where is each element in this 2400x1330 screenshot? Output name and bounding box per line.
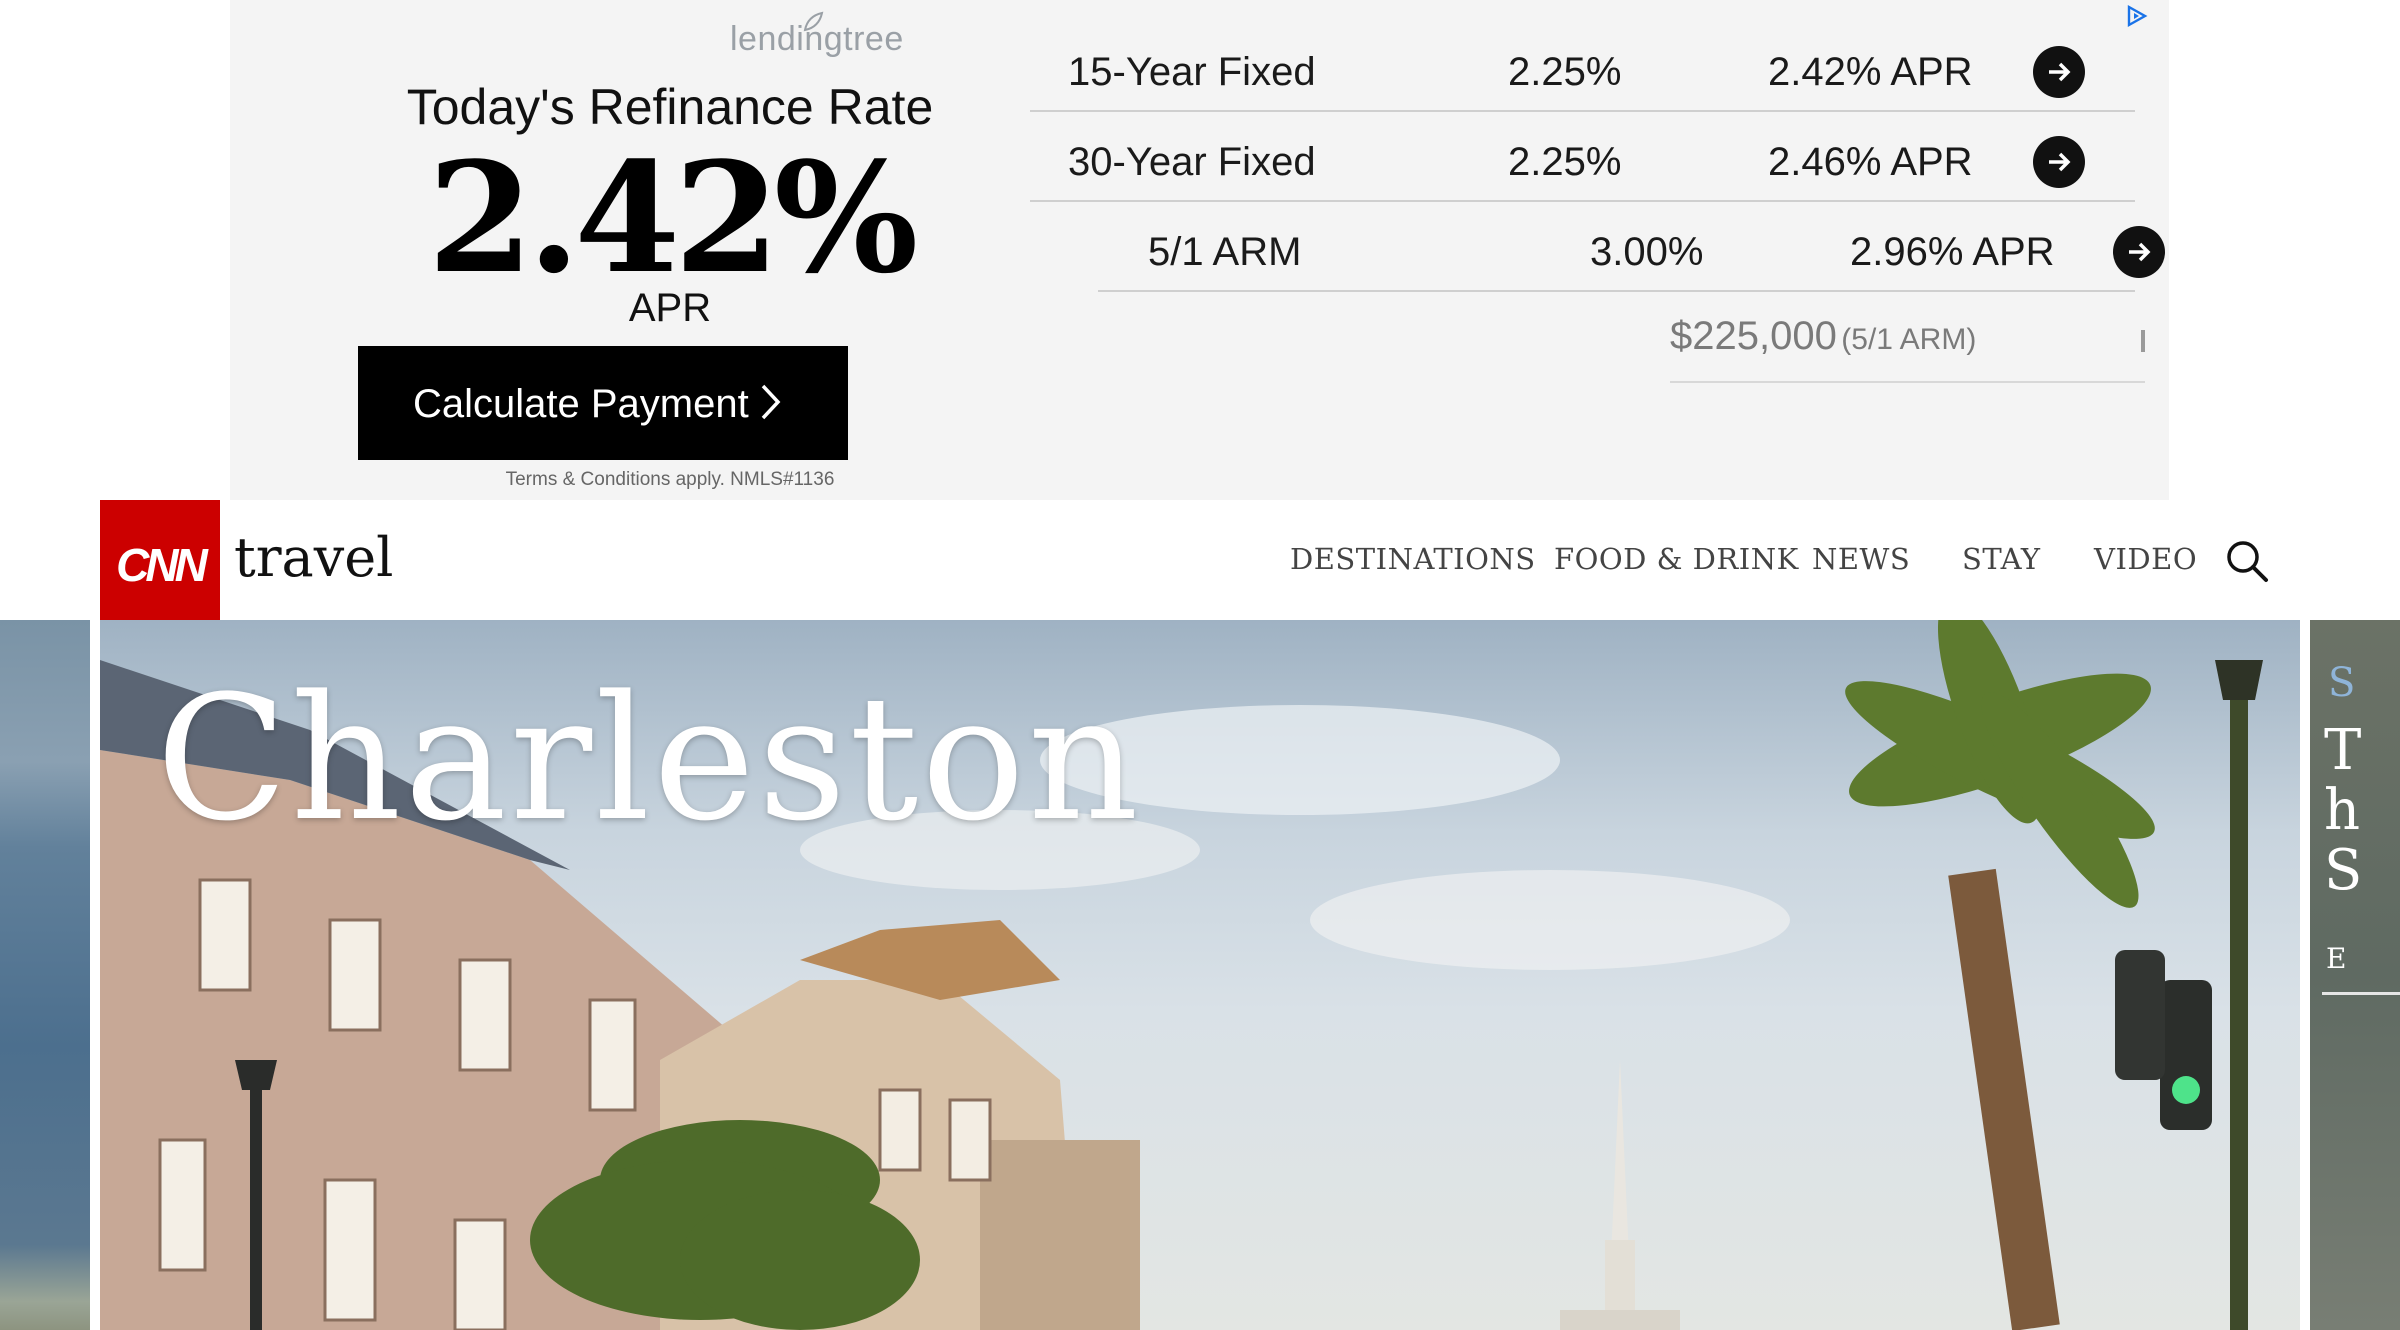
section-name-travel[interactable]: travel [234,526,393,589]
carousel-previous-slide[interactable] [0,620,90,1330]
next-slide-peek-text: h [2324,778,2361,843]
rate-go-button[interactable] [2033,46,2085,98]
nav-destinations[interactable]: DESTINATIONS [1290,542,1536,576]
nav-video[interactable]: VIDEO [2094,542,2197,576]
next-slide-peek-text: E [2326,942,2347,975]
cnn-logo[interactable]: CNN [100,500,220,620]
loan-type: (5/1 ARM) [1841,323,1977,356]
nav-food-drink[interactable]: FOOD & DRINK [1554,542,1799,576]
nav-news[interactable]: NEWS [1812,542,1910,576]
row-divider [1098,290,2135,292]
arrow-right-circle-icon [2049,152,2071,172]
rate-value: 2.25% [1508,140,1622,184]
rate-product: 5/1 ARM [1148,230,1302,274]
rate-apr: 2.42% APR [1768,50,1973,94]
arrow-right-circle-icon [2129,242,2151,262]
clipped-text-fragment [2141,330,2145,352]
next-slide-peek-text: S [2328,660,2356,706]
rate-value: 2.25% [1508,50,1622,94]
rate-row[interactable]: 5/1 ARM 3.00% 2.96% APR [1098,202,2168,292]
rate-apr: 2.46% APR [1768,140,1973,184]
nav-stay[interactable]: STAY [1962,542,2041,576]
rate-row[interactable]: 15-Year Fixed 2.25% 2.42% APR [1030,22,2135,112]
site-header: CNN travel DESTINATIONS FOOD & DRINK NEW… [0,500,2400,620]
loan-amount-value: $225,000 [1670,314,1837,358]
rate-go-button[interactable] [2113,226,2165,278]
next-slide-divider [2322,992,2400,995]
carousel-next-slide[interactable]: S T h S E [2310,620,2400,1330]
cnn-logo-text: CNN [116,539,208,591]
loan-amount: $225,000 (5/1 ARM) [1670,314,1976,359]
hero-slide[interactable]: Charleston [100,620,2300,1330]
next-slide-peek-text: T [2324,718,2362,783]
arrow-right-circle-icon [2049,62,2071,82]
calculate-payment-label: Calculate Payment [413,382,749,426]
row-divider [1670,381,2145,383]
rate-apr: 2.96% APR [1850,230,2055,274]
refinance-ad[interactable]: lendingtree Today's Refinance Rate 2.42%… [230,0,2169,500]
rate-value: 3.00% [1590,230,1704,274]
calculate-payment-button[interactable]: Calculate Payment [358,346,848,460]
chevron-right-icon [761,384,781,420]
hero-title: Charleston [156,658,1142,859]
search-icon[interactable] [2224,538,2270,584]
ad-terms: Terms & Conditions apply. NMLS#1136 [505,469,835,490]
leaf-icon [803,11,824,32]
next-slide-peek-text: S [2324,838,2363,903]
rate-row[interactable]: 30-Year Fixed 2.25% 2.46% APR [1030,112,2135,202]
rate-product: 15-Year Fixed [1068,50,1316,94]
rate-go-button[interactable] [2033,136,2085,188]
ad-featured-rate-unit: APR [628,286,712,330]
ad-featured-rate: 2.42% [427,128,919,307]
rate-product: 30-Year Fixed [1068,140,1316,184]
